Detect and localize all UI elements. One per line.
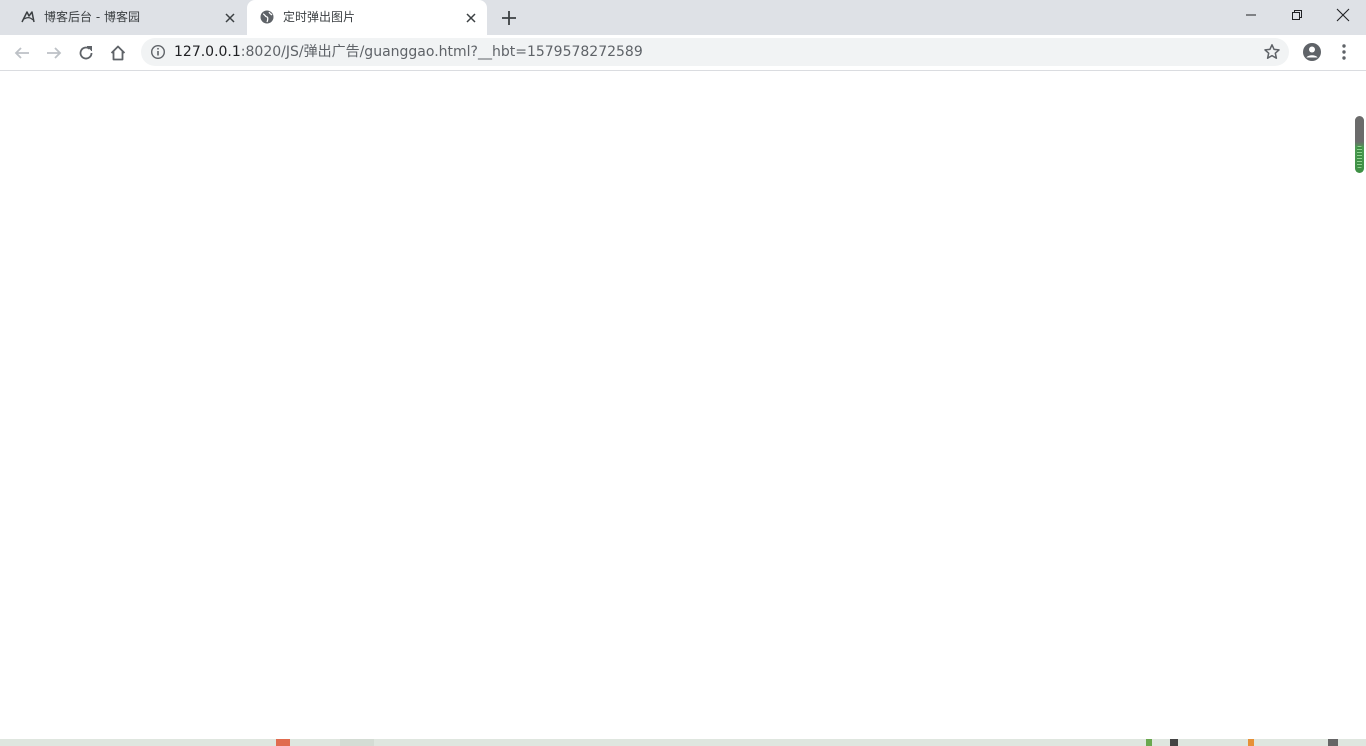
cnblogs-icon	[21, 11, 35, 23]
tray-icon[interactable]	[1146, 739, 1152, 746]
tab-strip: 博客后台 - 博客园 定时弹出图片	[0, 0, 1366, 35]
scrollbar-thumb[interactable]	[1355, 116, 1364, 173]
taskbar	[0, 739, 1366, 746]
restore-icon	[1292, 10, 1302, 20]
browser-window: 博客后台 - 博客园 定时弹出图片 127.0.0.1:8020/JS/弹出广告…	[0, 0, 1366, 746]
tab-title: 定时弹出图片	[283, 10, 356, 24]
reload-icon	[79, 46, 93, 60]
new-tab-icon[interactable]	[499, 8, 519, 28]
more-vertical-icon[interactable]	[1335, 41, 1353, 63]
profile-icon[interactable]	[1301, 41, 1323, 63]
taskbar-item[interactable]	[340, 739, 374, 746]
tray-icon[interactable]	[1328, 739, 1338, 746]
url-path: :8020/JS/弹出广告/guanggao.html?__hbt=157957…	[240, 44, 643, 60]
home-button[interactable]	[106, 41, 130, 65]
browser-toolbar: 127.0.0.1:8020/JS/弹出广告/guanggao.html?__h…	[0, 35, 1366, 71]
home-icon	[110, 45, 126, 61]
tab-active-page[interactable]: 定时弹出图片	[247, 0, 487, 35]
star-icon[interactable]	[1263, 43, 1281, 61]
minimize-icon	[1246, 14, 1256, 16]
arrow-right-icon	[47, 47, 62, 59]
forward-button[interactable]	[42, 41, 66, 65]
page-content	[0, 71, 1366, 739]
close-icon	[1336, 8, 1350, 22]
close-icon[interactable]	[463, 10, 479, 26]
tray-icon[interactable]	[1170, 739, 1178, 746]
tab-cnblogs[interactable]: 博客后台 - 博客园	[8, 0, 246, 35]
back-button[interactable]	[10, 41, 34, 65]
close-icon[interactable]	[222, 10, 238, 26]
taskbar-item[interactable]	[276, 739, 290, 746]
tab-title: 博客后台 - 博客园	[44, 10, 140, 24]
url-text[interactable]: 127.0.0.1:8020/JS/弹出广告/guanggao.html?__h…	[174, 44, 643, 60]
url-host: 127.0.0.1	[174, 44, 241, 60]
arrow-left-icon	[14, 47, 29, 59]
minimize-button[interactable]	[1228, 0, 1274, 30]
restore-button[interactable]	[1274, 0, 1320, 30]
tray-icon[interactable]	[1248, 739, 1254, 746]
reload-button[interactable]	[74, 41, 98, 65]
info-icon[interactable]	[150, 44, 166, 60]
address-bar[interactable]: 127.0.0.1:8020/JS/弹出广告/guanggao.html?__h…	[141, 38, 1289, 66]
globe-icon	[260, 10, 274, 24]
close-window-button[interactable]	[1320, 0, 1366, 30]
